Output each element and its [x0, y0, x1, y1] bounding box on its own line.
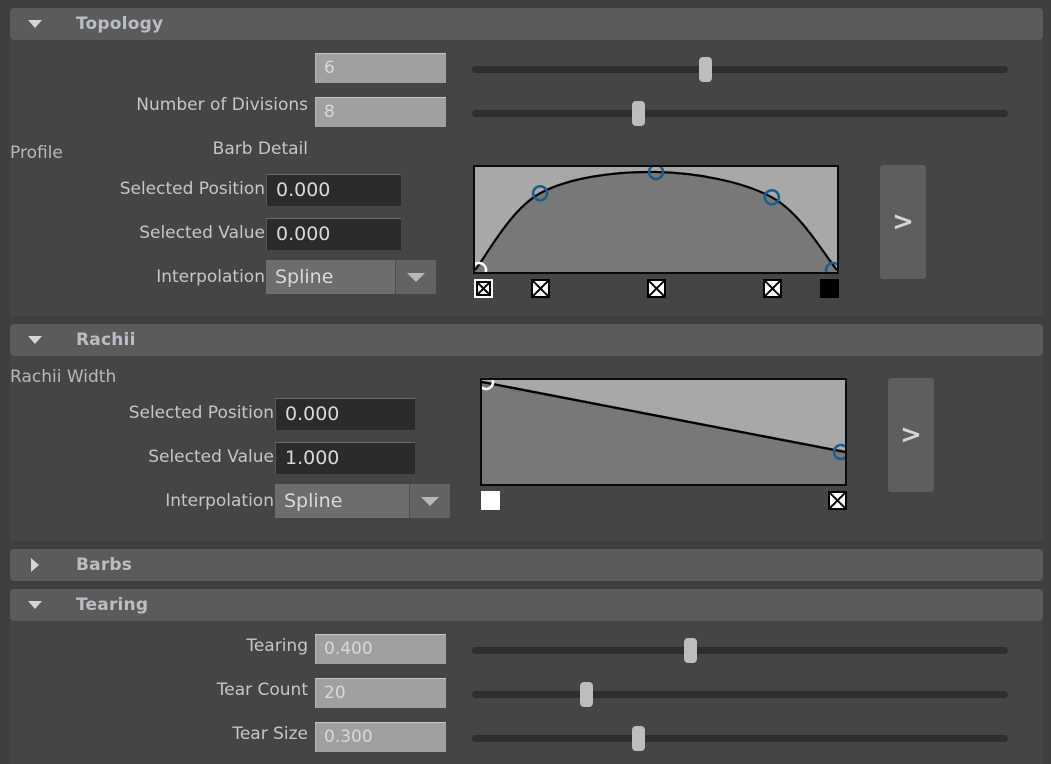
triangle-right-icon[interactable] — [31, 558, 39, 572]
field-profile-selected-value[interactable]: 0.000 — [266, 218, 401, 250]
profile-expand-button[interactable]: > — [880, 165, 926, 279]
section-header-barbs[interactable]: Barbs — [10, 549, 1043, 581]
curve-key-marker[interactable] — [531, 279, 551, 298]
dropdown-toggle-profile-interpolation[interactable] — [395, 260, 436, 294]
section-body-topology: Number of Divisions 6 Barb Detail 8 Prof… — [10, 40, 1043, 316]
label-rachii-interpolation: Interpolation — [165, 491, 274, 511]
chevron-down-icon — [407, 273, 425, 282]
section-header-topology[interactable]: Topology — [10, 8, 1043, 40]
rachii-curve-svg — [482, 380, 845, 484]
triangle-down-icon[interactable] — [28, 20, 42, 28]
profile-curve-graph[interactable] — [473, 165, 839, 274]
group-label-profile: Profile — [10, 143, 63, 163]
label-tearing: Tearing — [246, 636, 308, 656]
slider-tearing[interactable] — [472, 638, 1008, 663]
section-body-rachii: Rachii Width Selected Position 0.000 Sel… — [10, 356, 1043, 541]
field-tear-size[interactable]: 0.300 — [315, 722, 446, 752]
dropdown-rachii-interpolation[interactable]: Spline — [275, 484, 450, 518]
label-profile-selected-position: Selected Position — [119, 179, 265, 199]
label-profile-selected-value: Selected Value — [139, 223, 265, 243]
slider-tear-count[interactable] — [472, 682, 1008, 707]
slider-handle[interactable] — [684, 638, 698, 663]
slider-handle[interactable] — [632, 101, 646, 126]
field-tear-count[interactable]: 20 — [315, 678, 446, 708]
section-title-barbs: Barbs — [76, 555, 133, 575]
slider-handle[interactable] — [632, 726, 646, 751]
field-barb-detail[interactable]: 8 — [315, 97, 446, 127]
curve-key-marker[interactable] — [647, 279, 666, 298]
field-rachii-selected-value[interactable]: 1.000 — [275, 442, 415, 474]
curve-key-marker[interactable] — [481, 491, 500, 510]
field-profile-selected-position[interactable]: 0.000 — [266, 174, 401, 206]
group-label-rachii-width: Rachii Width — [10, 367, 117, 387]
curve-key-marker[interactable] — [474, 279, 493, 298]
slider-track[interactable] — [472, 110, 1008, 117]
profile-curve-editor[interactable] — [473, 165, 849, 305]
label-tear-count: Tear Count — [216, 680, 308, 700]
label-profile-interpolation: Interpolation — [156, 267, 265, 287]
curve-key-marker[interactable] — [820, 279, 839, 298]
slider-track[interactable] — [472, 691, 1008, 698]
rachii-curve-editor[interactable] — [480, 378, 862, 518]
field-rachii-selected-position[interactable]: 0.000 — [275, 398, 415, 430]
profile-curve-svg — [475, 167, 837, 272]
slider-track[interactable] — [472, 66, 1008, 73]
rachii-expand-button[interactable]: > — [888, 378, 934, 492]
section-title-tearing: Tearing — [76, 595, 149, 615]
curve-key-marker[interactable] — [762, 279, 782, 298]
dropdown-value-profile-interpolation[interactable]: Spline — [266, 260, 395, 294]
label-rachii-selected-value: Selected Value — [148, 447, 274, 467]
section-title-topology: Topology — [76, 14, 164, 34]
slider-handle[interactable] — [580, 682, 594, 707]
curve-key-marker[interactable] — [828, 491, 847, 510]
section-header-tearing[interactable]: Tearing — [10, 589, 1043, 621]
dropdown-profile-interpolation[interactable]: Spline — [266, 260, 436, 294]
rachii-curve-graph[interactable] — [480, 378, 847, 486]
triangle-down-icon[interactable] — [28, 601, 42, 609]
field-number-of-divisions[interactable]: 6 — [315, 53, 446, 83]
chevron-down-icon — [421, 497, 439, 506]
section-header-rachii[interactable]: Rachii — [10, 324, 1043, 356]
label-rachii-selected-position: Selected Position — [128, 403, 274, 423]
slider-tear-size[interactable] — [472, 726, 1008, 751]
section-body-tearing: Tearing 0.400 Tear Count 20 Tear Size 0.… — [10, 621, 1043, 764]
feather-attribute-panel: Topology Number of Divisions 6 Barb Deta… — [0, 0, 1051, 764]
field-tearing[interactable]: 0.400 — [315, 634, 446, 664]
slider-number-of-divisions[interactable] — [472, 57, 1008, 82]
label-number-of-divisions: Number of Divisions — [136, 95, 308, 115]
dropdown-value-rachii-interpolation[interactable]: Spline — [275, 484, 409, 518]
label-tear-size: Tear Size — [232, 724, 308, 744]
triangle-down-icon[interactable] — [28, 336, 42, 344]
slider-barb-detail[interactable] — [472, 101, 1008, 126]
slider-track[interactable] — [472, 647, 1008, 654]
section-title-rachii: Rachii — [76, 330, 136, 350]
slider-handle[interactable] — [699, 57, 713, 82]
dropdown-toggle-rachii-interpolation[interactable] — [409, 484, 450, 518]
slider-track[interactable] — [472, 735, 1008, 742]
